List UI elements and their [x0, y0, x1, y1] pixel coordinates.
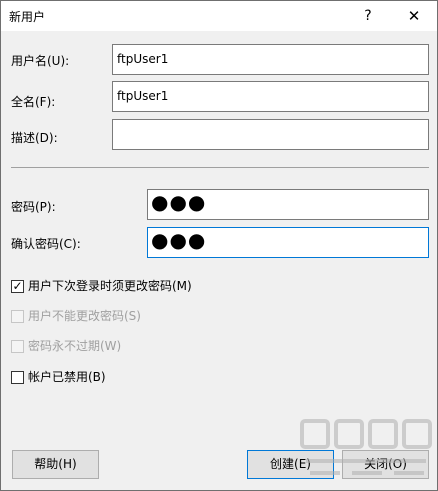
account-disabled-label: 帐户已禁用(B) [28, 370, 106, 384]
fullname-input[interactable]: ftpUser1 [112, 81, 429, 112]
password-never-expires-checkbox[interactable] [11, 340, 24, 353]
password-never-expires-label: 密码永不过期(W) [28, 339, 122, 353]
cannot-change-password-label: 用户不能更改密码(S) [28, 309, 141, 323]
password-input[interactable]: ●●● [147, 189, 429, 220]
fullname-label: 全名(F): [11, 95, 56, 109]
title-bar[interactable]: 新用户 ? ✕ [1, 1, 437, 31]
description-label: 描述(D): [11, 131, 58, 145]
confirm-password-label: 确认密码(C): [11, 237, 81, 251]
must-change-password-checkbox[interactable]: ✓ [11, 279, 24, 293]
description-input[interactable] [112, 119, 429, 150]
new-user-dialog: 新用户 ? ✕ 用户名(U): ftpUser1 全名(F): ftpUser1… [0, 0, 438, 491]
checkmark-icon: ✓ [12, 279, 23, 293]
username-label: 用户名(U): [11, 54, 70, 68]
must-change-password-label: 用户下次登录时须更改密码(M) [28, 279, 192, 293]
help-icon[interactable]: ? [345, 1, 391, 31]
help-button[interactable]: 帮助(H) [12, 450, 99, 479]
cannot-change-password-checkbox[interactable] [11, 310, 24, 323]
account-disabled-checkbox[interactable] [11, 371, 24, 384]
username-input[interactable]: ftpUser1 [112, 44, 429, 75]
separator [11, 167, 429, 168]
confirm-password-input[interactable]: ●●● [147, 227, 429, 258]
watermark-logo-icon [300, 419, 432, 475]
password-label: 密码(P): [11, 200, 56, 214]
dialog-title: 新用户 [9, 10, 46, 24]
close-icon[interactable]: ✕ [391, 1, 437, 31]
